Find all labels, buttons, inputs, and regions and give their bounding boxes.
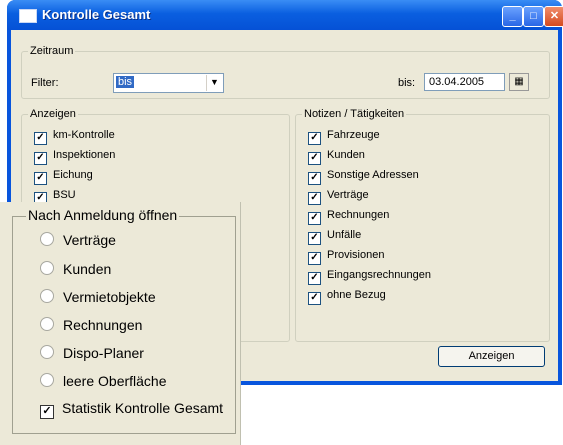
filter-value: bis [116, 76, 135, 88]
minimize-button[interactable]: _ [502, 6, 523, 27]
anzeigen-button[interactable]: Anzeigen [438, 346, 545, 367]
radio-button[interactable] [40, 373, 54, 387]
checkbox-box[interactable]: ✓ [308, 132, 321, 145]
checkbox-label: Verträge [327, 189, 369, 201]
maximize-button[interactable]: □ [523, 6, 544, 27]
radio-label: Vermietobjekte [63, 289, 156, 305]
checkbox-label: Provisionen [327, 249, 385, 261]
checkbox-statistik-kontrolle-gesamt[interactable]: ✓ Statistik Kontrolle Gesamt [40, 400, 223, 419]
radio-button[interactable] [40, 317, 54, 331]
checkbox-unfaelle[interactable]: ✓ Unfälle [308, 229, 361, 245]
checkbox-box[interactable]: ✓ [308, 172, 321, 185]
checkbox-ohne-bezug[interactable]: ✓ ohne Bezug [308, 289, 386, 305]
checkbox-label: Rechnungen [327, 209, 390, 221]
checkbox-label: ohne Bezug [327, 289, 386, 301]
zeitraum-legend: Zeitraum [30, 45, 74, 57]
bis-label: bis: [398, 77, 416, 89]
checkbox-label: Inspektionen [53, 149, 116, 161]
radio-vermietobjekte[interactable]: Vermietobjekte [40, 289, 156, 305]
radio-button[interactable] [40, 289, 54, 303]
checkbox-box[interactable]: ✓ [308, 252, 321, 265]
checkbox-kunden[interactable]: ✓ Kunden [308, 149, 365, 165]
checkbox-label: Fahrzeuge [327, 129, 380, 141]
checkbox-box[interactable]: ✓ [308, 192, 321, 205]
checkbox-label: BSU [53, 189, 76, 201]
checkbox-inspektionen[interactable]: ✓ Inspektionen [34, 149, 115, 165]
checkbox-rechnungen[interactable]: ✓ Rechnungen [308, 209, 389, 225]
window-title: Kontrolle Gesamt [42, 7, 151, 22]
radio-vertraege[interactable]: Verträge [40, 232, 116, 248]
radio-dispo-planer[interactable]: Dispo-Planer [40, 345, 144, 361]
checkbox-fahrzeuge[interactable]: ✓ Fahrzeuge [308, 129, 380, 145]
checkbox-label: Sonstige Adressen [327, 169, 419, 181]
radio-button[interactable] [40, 232, 54, 246]
anzeigen-legend: Anzeigen [30, 108, 76, 120]
window-icon [19, 9, 37, 23]
close-button[interactable]: ✕ [544, 6, 563, 27]
radio-rechnungen[interactable]: Rechnungen [40, 317, 142, 333]
checkbox-box[interactable]: ✓ [34, 172, 47, 185]
checkbox-km-kontrolle[interactable]: ✓ km-Kontrolle [34, 129, 115, 145]
radio-leere-oberflaeche[interactable]: leere Oberfläche [40, 373, 167, 389]
title-bar[interactable]: Kontrolle Gesamt _ □ ✕ [7, 0, 563, 30]
radio-label: leere Oberfläche [63, 373, 167, 389]
checkbox-box[interactable]: ✓ [308, 292, 321, 305]
notizen-legend: Notizen / Tätigkeiten [304, 108, 405, 120]
radio-label: Kunden [63, 261, 112, 277]
checkbox-box[interactable]: ✓ [40, 405, 54, 419]
checkbox-eingangsrechnungen[interactable]: ✓ Eingangsrechnungen [308, 269, 431, 285]
bis-date-field[interactable]: 03.04.2005 [424, 73, 505, 91]
radio-kunden[interactable]: Kunden [40, 261, 111, 277]
checkbox-label: km-Kontrolle [53, 129, 115, 141]
radio-label: Rechnungen [63, 317, 143, 333]
checkbox-box[interactable]: ✓ [308, 152, 321, 165]
checkbox-box[interactable]: ✓ [34, 132, 47, 145]
checkbox-eichung[interactable]: ✓ Eichung [34, 169, 93, 185]
checkbox-label: Statistik Kontrolle Gesamt [62, 400, 224, 416]
radio-button[interactable] [40, 345, 54, 359]
checkbox-box[interactable]: ✓ [34, 152, 47, 165]
checkbox-box[interactable]: ✓ [308, 212, 321, 225]
startup-options-legend: Nach Anmeldung öffnen [26, 207, 180, 223]
checkbox-box[interactable]: ✓ [308, 232, 321, 245]
checkbox-provisionen[interactable]: ✓ Provisionen [308, 249, 384, 265]
radio-button[interactable] [40, 261, 54, 275]
radio-label: Verträge [63, 232, 116, 248]
checkbox-sonstige-adressen[interactable]: ✓ Sonstige Adressen [308, 169, 419, 185]
checkbox-label: Eingangsrechnungen [327, 269, 431, 281]
calendar-icon[interactable]: ▦ [509, 73, 529, 91]
chevron-down-icon[interactable]: ▼ [206, 75, 222, 91]
checkbox-label: Eichung [53, 169, 93, 181]
startup-options-panel: Nach Anmeldung öffnen Verträge Kunden Ve… [0, 202, 241, 445]
checkbox-vertraege[interactable]: ✓ Verträge [308, 189, 369, 205]
checkbox-box[interactable]: ✓ [308, 272, 321, 285]
filter-label: Filter: [31, 77, 59, 89]
radio-label: Dispo-Planer [63, 345, 144, 361]
checkbox-label: Unfälle [327, 229, 362, 241]
filter-select[interactable]: bis ▼ [113, 73, 224, 93]
checkbox-label: Kunden [327, 149, 365, 161]
